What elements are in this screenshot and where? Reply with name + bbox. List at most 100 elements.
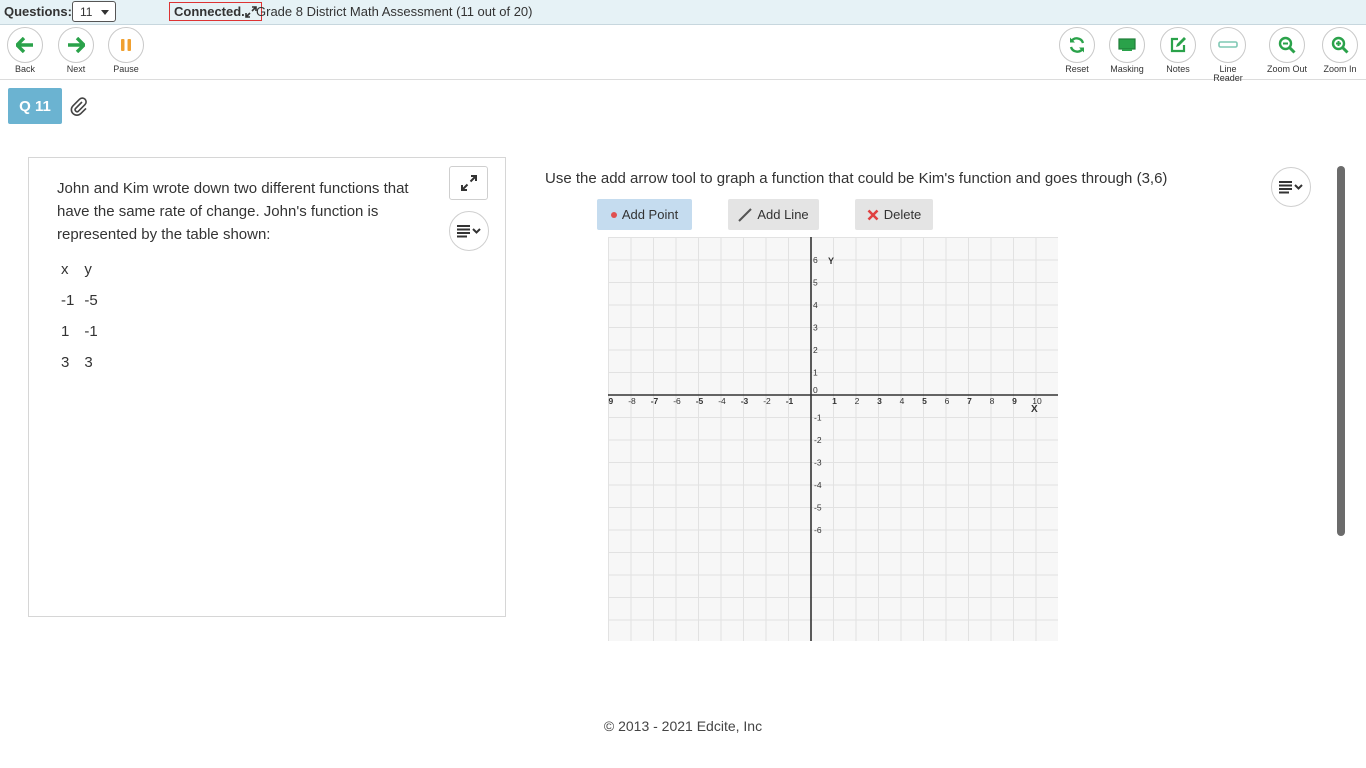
table-cell: -1 <box>61 292 75 309</box>
zoom-out-label: Zoom Out <box>1266 64 1307 74</box>
delete-button[interactable]: Delete <box>855 199 933 230</box>
response-menu-button[interactable] <box>1271 167 1311 207</box>
next-button[interactable]: Next <box>51 27 101 74</box>
refresh-icon <box>1069 37 1085 53</box>
x-tick-label: 8 <box>990 396 995 406</box>
x-tick-label: 6 <box>945 396 950 406</box>
passage-text: John and Kim wrote down two different fu… <box>57 180 409 243</box>
y-tick-label: -3 <box>814 458 822 468</box>
x-tick-label: 9 <box>1012 396 1017 406</box>
notes-label: Notes <box>1166 64 1190 74</box>
x-tick-label: -6 <box>673 396 681 406</box>
y-axis-label: Y <box>828 256 834 266</box>
masking-icon <box>1118 38 1136 51</box>
x-tick-label: -7 <box>651 396 659 406</box>
pause-icon <box>121 39 131 51</box>
connection-status-text: Connected. <box>174 4 245 19</box>
x-tick-label: -9 <box>608 396 614 406</box>
pause-button[interactable]: Pause <box>101 27 151 74</box>
back-button[interactable]: Back <box>0 27 50 74</box>
x-tick-label: -2 <box>763 396 771 406</box>
add-line-label: Add Line <box>757 207 809 222</box>
table-row: -1 -5 <box>57 285 104 316</box>
masking-button[interactable]: Masking <box>1102 27 1152 74</box>
pause-label: Pause <box>113 64 139 74</box>
function-table: x y -1 -5 1 -1 3 3 <box>57 254 104 378</box>
x-axis-label: X <box>1031 404 1038 415</box>
x-tick-label: -5 <box>696 396 704 406</box>
table-cell: 3 <box>84 354 93 371</box>
line-reader-button[interactable]: Line Reader <box>1203 27 1253 83</box>
caret-down-icon <box>101 10 109 15</box>
question-prompt: Use the add arrow tool to graph a functi… <box>545 170 1168 187</box>
test-title: Grade 8 District Math Assessment (11 out… <box>256 4 533 19</box>
status-bar: Questions: 11 Connected. Grade 8 Distric… <box>0 0 1366 25</box>
reset-label: Reset <box>1065 64 1089 74</box>
x-tick-label: 1 <box>832 396 837 406</box>
coordinate-graph[interactable]: -9-8-7-6-5-4-3-2-1012345678910654321-1-2… <box>608 237 1058 641</box>
expand-button[interactable] <box>449 166 488 200</box>
x-tick-label: 0 <box>813 385 818 395</box>
x-tick-label: -3 <box>741 396 749 406</box>
table-row: 1 -1 <box>57 316 104 347</box>
x-tick-label: -1 <box>786 396 794 406</box>
x-tick-label: 5 <box>922 396 927 406</box>
passage-menu-button[interactable] <box>449 211 489 251</box>
copyright-footer: © 2013 - 2021 Edcite, Inc <box>603 718 763 734</box>
question-number-badge: Q 11 <box>8 88 62 124</box>
connection-status: Connected. <box>169 2 262 21</box>
table-cell: -1 <box>84 323 98 340</box>
paperclip-icon[interactable] <box>70 97 88 117</box>
x-tick-label: 7 <box>967 396 972 406</box>
zoom-in-icon <box>1331 36 1349 54</box>
table-cell: 3 <box>61 354 70 371</box>
edit-note-icon <box>1170 37 1186 53</box>
y-tick-label: 5 <box>813 278 818 288</box>
add-point-label: Add Point <box>621 207 679 222</box>
delete-label: Delete <box>883 207 922 222</box>
y-tick-label: 4 <box>813 300 818 310</box>
back-label: Back <box>14 64 35 74</box>
zoom-out-icon <box>1278 36 1296 54</box>
y-tick-label: -5 <box>814 503 822 513</box>
y-tick-label: -6 <box>814 525 822 535</box>
x-tick-label: -8 <box>628 396 636 406</box>
table-cell: -5 <box>84 292 98 309</box>
next-label: Next <box>66 64 86 74</box>
questions-label: Questions: <box>4 4 72 19</box>
list-dropdown-icon <box>457 225 481 238</box>
x-tick-label: -4 <box>718 396 726 406</box>
y-tick-label: -1 <box>814 413 822 423</box>
line-icon <box>738 207 753 222</box>
y-tick-label: 6 <box>813 255 818 265</box>
zoom-out-button[interactable]: Zoom Out <box>1262 27 1312 74</box>
question-select-value: 11 <box>80 5 93 19</box>
y-tick-label: 1 <box>813 368 818 378</box>
arrow-right-icon <box>68 37 85 53</box>
table-header-cell: y <box>84 261 92 278</box>
table-row: 33 <box>57 347 104 378</box>
table-cell: 1 <box>61 323 70 340</box>
zoom-in-button[interactable]: Zoom In <box>1315 27 1365 74</box>
x-tick-label: 3 <box>877 396 882 406</box>
x-tick-label: 4 <box>900 396 905 406</box>
notes-button[interactable]: Notes <box>1153 27 1203 74</box>
masking-label: Masking <box>1110 64 1144 74</box>
reset-button[interactable]: Reset <box>1052 27 1102 74</box>
list-dropdown-icon <box>1279 181 1303 194</box>
scrollbar[interactable] <box>1337 166 1345 536</box>
passage-panel: John and Kim wrote down two different fu… <box>28 157 506 617</box>
toolbar: Back Next Pause Reset Masking Notes Line… <box>0 25 1366 83</box>
expand-icon <box>460 175 477 191</box>
line-reader-icon <box>1218 41 1238 48</box>
question-select[interactable]: 11 <box>72 1 116 22</box>
y-tick-label: 2 <box>813 345 818 355</box>
y-tick-label: 3 <box>813 323 818 333</box>
add-line-button[interactable]: Add Line <box>728 199 819 230</box>
add-point-button[interactable]: Add Point <box>597 199 692 230</box>
close-icon <box>867 209 879 220</box>
x-tick-label: 2 <box>855 396 860 406</box>
line-reader-label: Line Reader <box>1213 64 1243 83</box>
arrow-left-icon <box>16 37 33 53</box>
y-tick-label: -4 <box>814 480 822 490</box>
